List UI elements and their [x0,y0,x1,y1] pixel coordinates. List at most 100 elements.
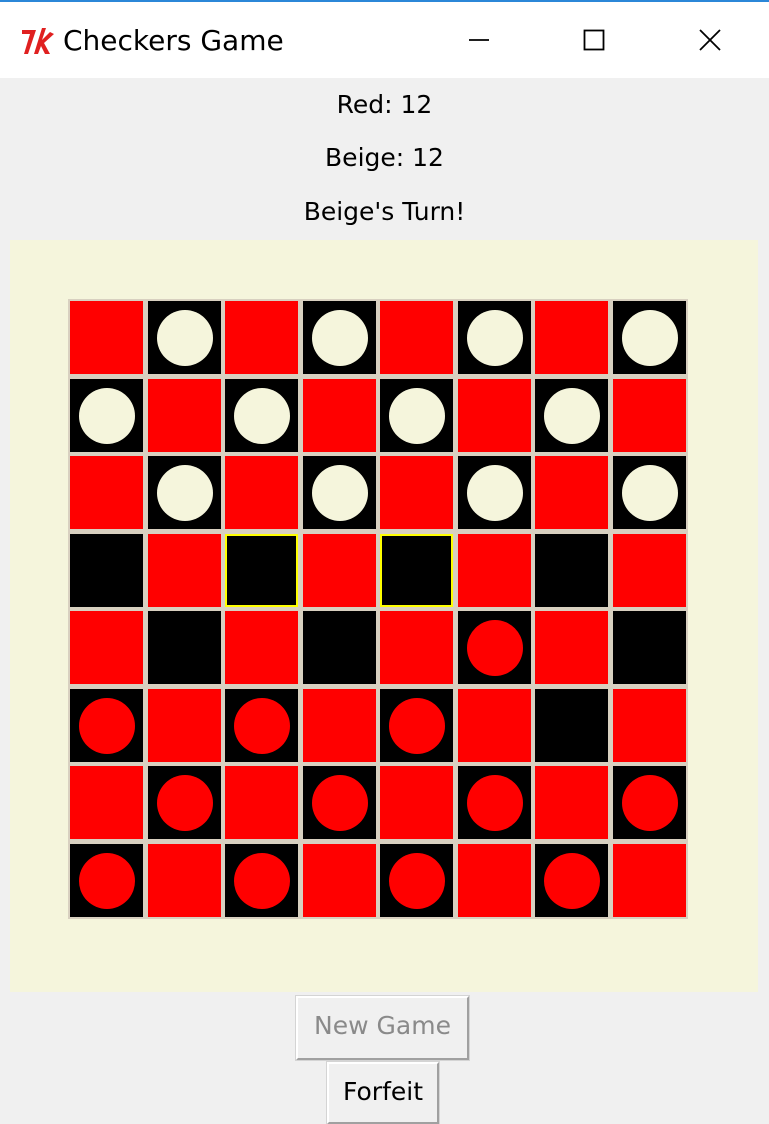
red-piece[interactable] [466,775,523,831]
board-square[interactable] [302,378,376,452]
beige-piece[interactable] [621,465,678,521]
board-square[interactable] [70,611,143,684]
beige-piece[interactable] [466,310,523,366]
board-square[interactable] [535,688,608,762]
board-square[interactable] [612,688,686,762]
beige-piece[interactable] [156,465,213,521]
board-square[interactable] [535,456,608,529]
close-icon [699,29,721,51]
beige-piece[interactable] [544,387,600,444]
board-square[interactable] [147,533,221,607]
new-game-button[interactable]: New Game [295,995,470,1061]
board-square[interactable] [380,456,453,529]
red-piece[interactable] [311,775,368,831]
forfeit-button[interactable]: Forfeit [326,1061,440,1124]
board-square[interactable] [457,688,531,762]
board-square[interactable] [535,611,608,684]
board-square[interactable] [147,456,221,529]
board-square[interactable] [147,301,221,374]
board-square[interactable] [70,533,143,607]
board-square[interactable] [70,843,143,917]
board-square[interactable] [70,378,143,452]
board-square[interactable] [457,766,531,839]
red-piece[interactable] [79,852,135,909]
board-square[interactable] [457,378,531,452]
board-square[interactable] [225,766,298,839]
red-piece[interactable] [234,697,290,754]
window-title: Checkers Game [63,24,284,57]
red-score-label: Red: 12 [336,90,433,119]
board-square[interactable] [535,843,608,917]
red-piece[interactable] [389,697,445,754]
red-piece[interactable] [79,697,135,754]
board-square[interactable] [612,843,686,917]
beige-piece[interactable] [621,310,678,366]
board-square[interactable] [380,766,453,839]
beige-piece[interactable] [156,310,213,366]
board-square[interactable] [535,533,608,607]
board-square[interactable] [225,378,298,452]
close-button[interactable] [682,16,738,64]
board-square[interactable] [302,843,376,917]
maximize-icon [583,29,605,51]
red-piece[interactable] [389,852,445,909]
checkers-board[interactable] [68,299,688,919]
board-square[interactable] [70,688,143,762]
board-square[interactable] [380,611,453,684]
board-square[interactable] [457,533,531,607]
beige-piece[interactable] [466,465,523,521]
board-square[interactable] [457,611,531,684]
red-piece[interactable] [234,852,290,909]
board-square[interactable] [302,533,376,607]
board-square[interactable] [225,843,298,917]
board-square[interactable] [225,688,298,762]
board-square[interactable] [612,301,686,374]
red-piece[interactable] [621,775,678,831]
board-square[interactable] [535,766,608,839]
minimize-button[interactable] [451,16,507,64]
board-square[interactable] [70,301,143,374]
board-square[interactable] [612,456,686,529]
beige-piece[interactable] [234,387,290,444]
tk-feather-icon [22,28,54,54]
board-square[interactable] [380,688,453,762]
board-square[interactable] [380,843,453,917]
board-square[interactable] [612,611,686,684]
board-square[interactable] [302,766,376,839]
board-square[interactable] [457,843,531,917]
beige-piece[interactable] [311,310,368,366]
red-piece[interactable] [466,620,523,676]
board-square[interactable] [147,378,221,452]
red-piece[interactable] [156,775,213,831]
board-square[interactable] [225,301,298,374]
board-square[interactable] [457,301,531,374]
beige-piece[interactable] [389,387,445,444]
board-square[interactable] [302,456,376,529]
board-square[interactable] [380,533,453,607]
board-square[interactable] [612,378,686,452]
board-square[interactable] [380,301,453,374]
board-square[interactable] [380,378,453,452]
maximize-button[interactable] [566,16,622,64]
board-square[interactable] [147,611,221,684]
board-square[interactable] [612,533,686,607]
board-square[interactable] [612,766,686,839]
board-square[interactable] [302,611,376,684]
board-square[interactable] [535,301,608,374]
beige-piece[interactable] [79,387,135,444]
board-square[interactable] [225,456,298,529]
beige-score-label: Beige: 12 [325,143,444,172]
board-square[interactable] [147,688,221,762]
beige-piece[interactable] [311,465,368,521]
board-square[interactable] [302,301,376,374]
board-square[interactable] [70,456,143,529]
red-piece[interactable] [544,852,600,909]
board-square[interactable] [225,611,298,684]
board-square[interactable] [225,533,298,607]
board-square[interactable] [457,456,531,529]
board-square[interactable] [302,688,376,762]
board-square[interactable] [535,378,608,452]
board-square[interactable] [147,843,221,917]
board-square[interactable] [147,766,221,839]
board-square[interactable] [70,766,143,839]
